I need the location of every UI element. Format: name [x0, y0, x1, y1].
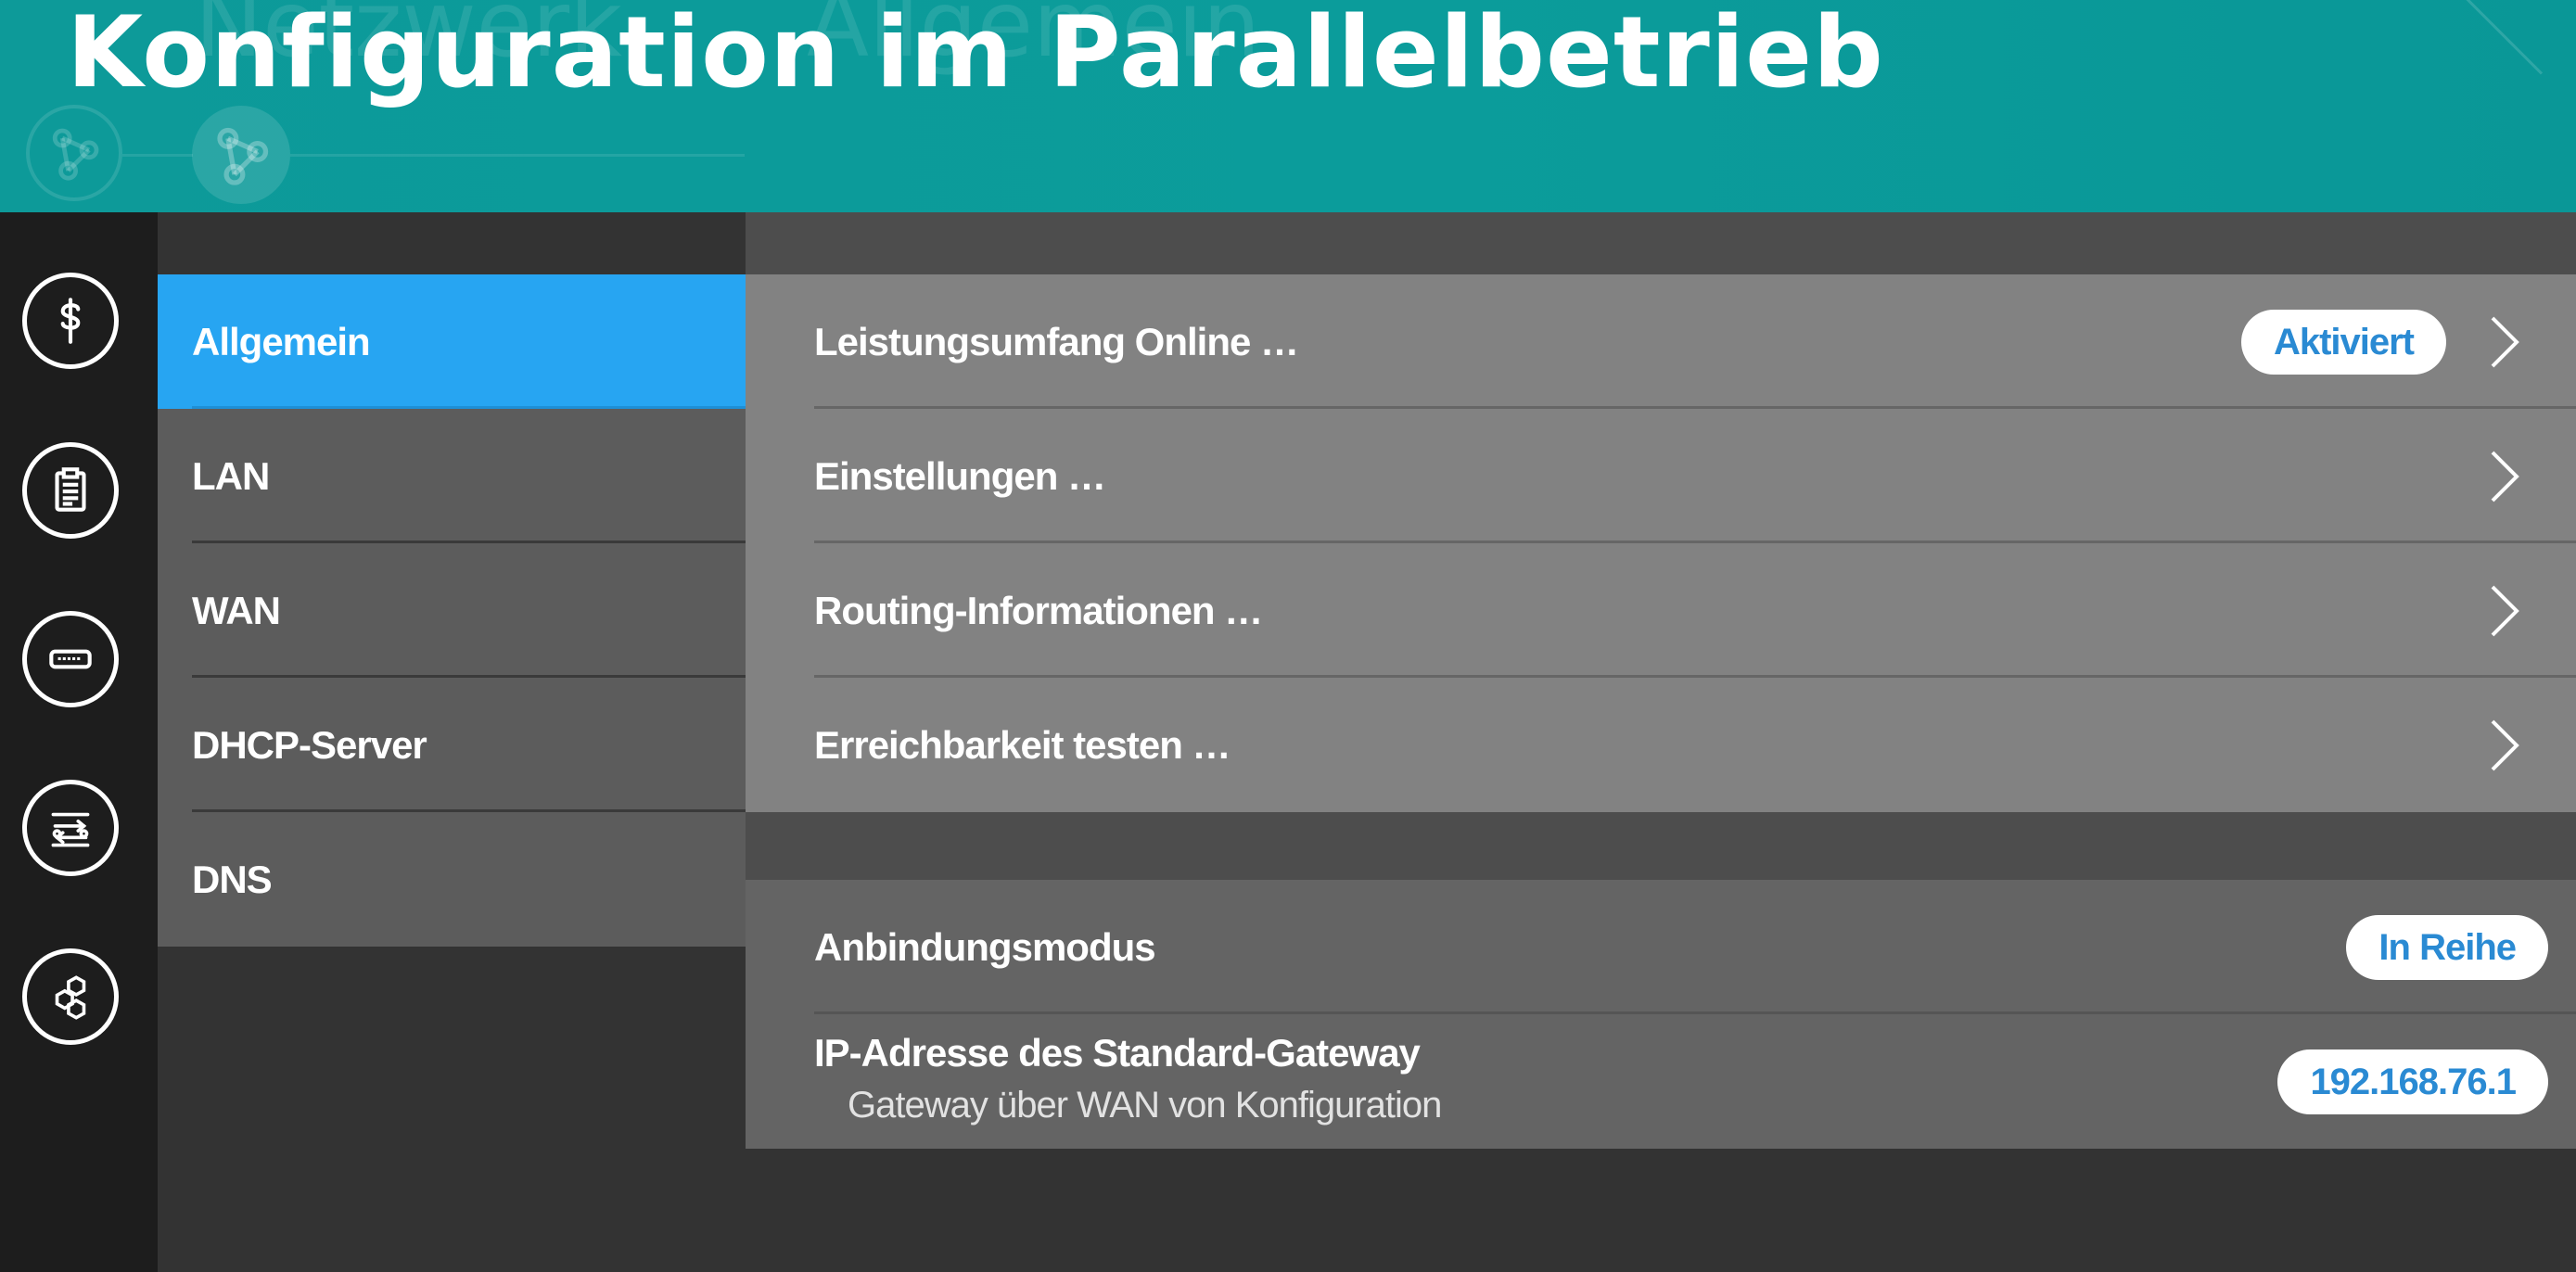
sidebar-item-label: Allgemein [192, 319, 371, 363]
sidebar-item-dns[interactable]: DNS [158, 812, 746, 947]
info-row-gateway: IP-Adresse des Standard-Gateway Gateway … [746, 1014, 2576, 1149]
mode-value-badge: In Reihe [2346, 914, 2548, 980]
corner-decoration [2448, 0, 2544, 75]
sidebar-item-label: WAN [192, 588, 281, 632]
sidebar-nav: Allgemein LAN WAN DHCP-Server DNS [158, 212, 746, 1272]
menu-row-label: Leistungsumfang Online … [814, 319, 1299, 363]
sidebar-item-label: DNS [192, 857, 273, 901]
transfer-icon[interactable] [22, 780, 119, 876]
chevron-right-icon [2491, 451, 2519, 502]
clipboard-icon[interactable] [22, 442, 119, 539]
chevron-right-icon [2491, 316, 2519, 367]
gateway-sublabel: Gateway über WAN von Konfiguration [848, 1085, 1442, 1126]
menu-row-routing-informationen[interactable]: Routing-Informationen … [746, 543, 2576, 678]
chevron-right-icon [2491, 585, 2519, 636]
sidebar-item-label: DHCP-Server [192, 722, 427, 767]
gateway-ip-badge: 192.168.76.1 [2277, 1049, 2548, 1114]
icon-rail [0, 212, 158, 1272]
sidebar-item-wan[interactable]: WAN [158, 543, 746, 678]
main-content: Leistungsumfang Online … Aktiviert Einst… [746, 212, 2576, 1272]
menu-row-label: Routing-Informationen … [814, 588, 1263, 632]
gateway-label: IP-Adresse des Standard-Gateway [814, 1031, 1421, 1075]
router-icon[interactable] [22, 611, 119, 707]
sidebar-item-dhcp-server[interactable]: DHCP-Server [158, 678, 746, 812]
menu-row-leistungsumfang[interactable]: Leistungsumfang Online … Aktiviert [746, 274, 2576, 409]
settings-menu: Leistungsumfang Online … Aktiviert Einst… [746, 274, 2576, 812]
middle-spacer [746, 812, 2576, 880]
network-hexagon-icon[interactable] [22, 948, 119, 1045]
info-row-anbindungsmodus: Anbindungsmodus In Reihe [746, 880, 2576, 1014]
menu-row-label: Einstellungen … [814, 453, 1106, 498]
ghost-divider [122, 154, 193, 157]
sidebar-item-label: LAN [192, 453, 270, 498]
ghost-divider-long [290, 154, 745, 157]
menu-row-erreichbarkeit-testen[interactable]: Erreichbarkeit testen … [746, 678, 2576, 812]
nav-top-gap [158, 212, 746, 274]
sidebar-item-lan[interactable]: LAN [158, 409, 746, 543]
ghost-network-icon [26, 105, 122, 201]
menu-row-label: Erreichbarkeit testen … [814, 722, 1231, 767]
top-spacer [746, 212, 2576, 274]
status-badge-aktiviert: Aktiviert [2240, 309, 2446, 375]
mode-label: Anbindungsmodus [814, 924, 1156, 969]
menu-row-einstellungen[interactable]: Einstellungen … [746, 409, 2576, 543]
sidebar-item-allgemein[interactable]: Allgemein [158, 274, 746, 409]
medical-icon[interactable] [22, 273, 119, 369]
chevron-right-icon [2491, 719, 2519, 770]
ghost-network-icon-filled [192, 106, 290, 204]
connection-info: Anbindungsmodus In Reihe IP-Adresse des … [746, 880, 2576, 1149]
slide-title: Konfiguration im Parallelbetrieb [67, 0, 1884, 109]
slide-header: Netzwerk Allgemein Konfiguration im Para… [0, 0, 2576, 212]
